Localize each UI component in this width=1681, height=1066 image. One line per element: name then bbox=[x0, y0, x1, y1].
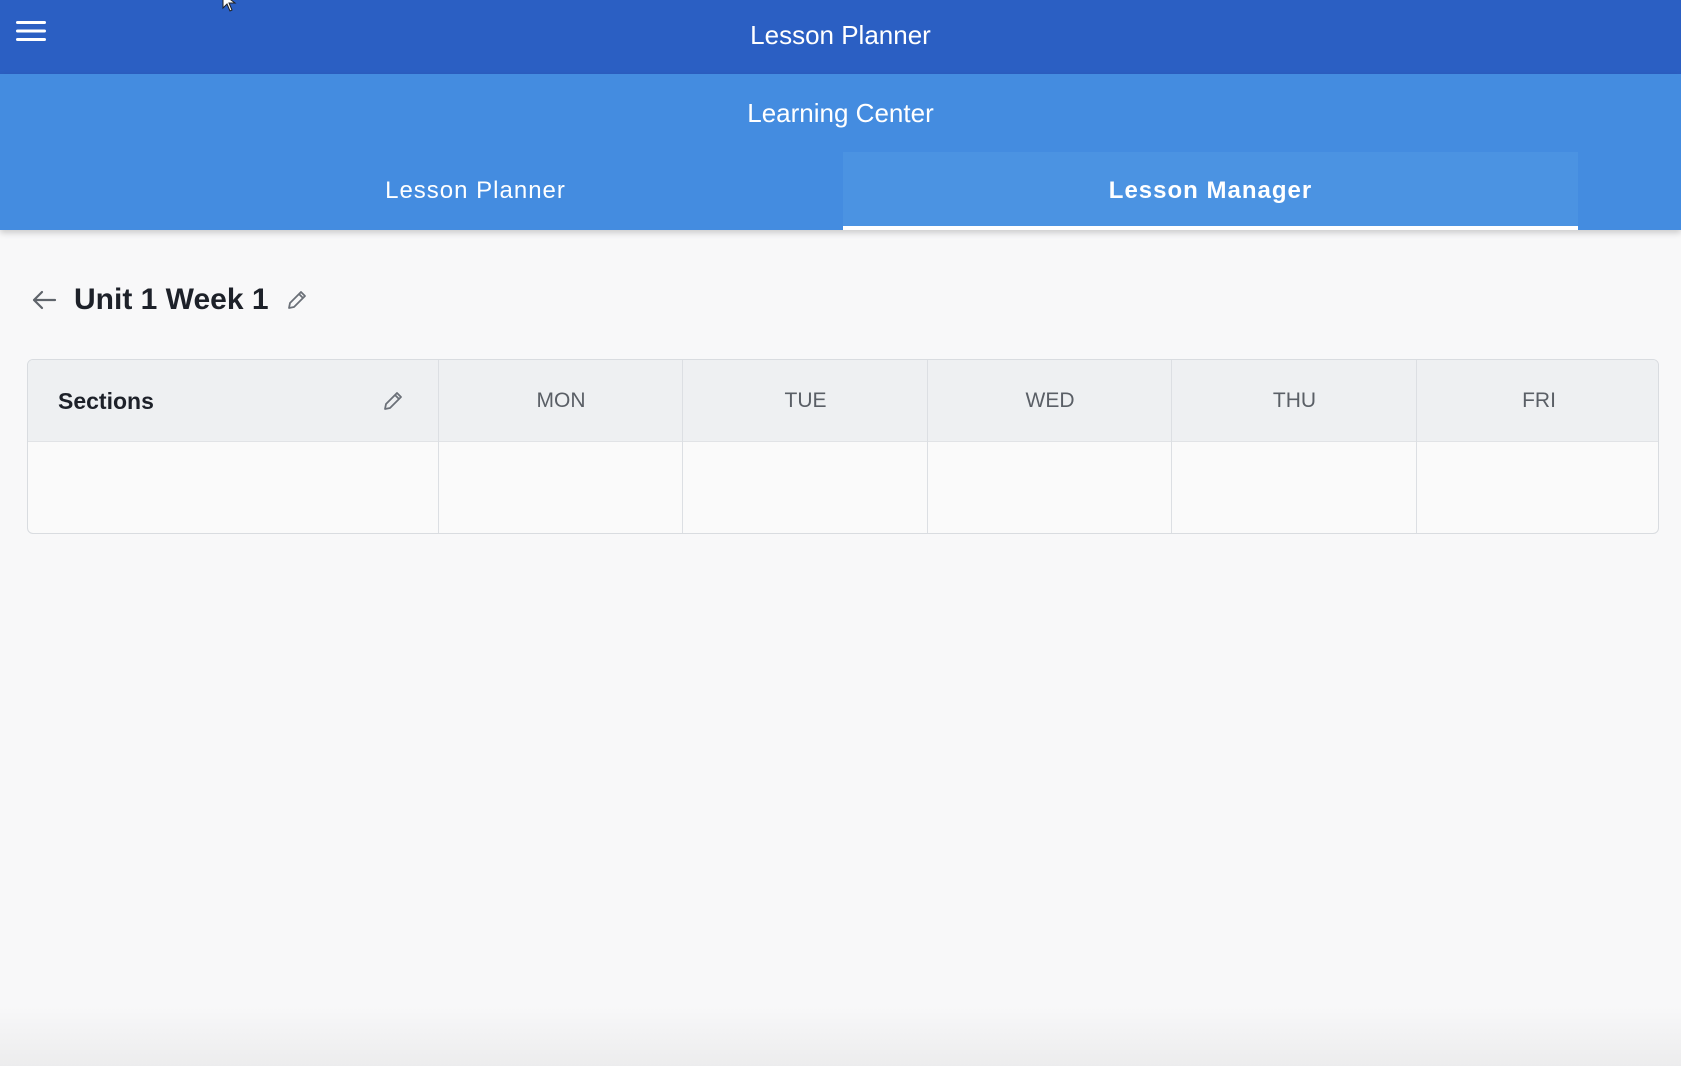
sections-header: Sections bbox=[58, 388, 154, 414]
day-column-tue: TUE bbox=[682, 360, 927, 533]
day-header-mon: MON bbox=[536, 389, 586, 412]
back-button[interactable] bbox=[28, 284, 60, 316]
edit-title-button[interactable] bbox=[283, 286, 311, 314]
mouse-cursor-icon bbox=[222, 0, 237, 12]
pencil-icon bbox=[287, 291, 306, 309]
arrow-left-icon bbox=[32, 290, 57, 310]
sub-header: Learning Center Lesson Planner Lesson Ma… bbox=[0, 74, 1681, 230]
tab-lesson-planner[interactable]: Lesson Planner bbox=[108, 152, 843, 230]
bottom-shadow bbox=[0, 1006, 1681, 1066]
app-title: Lesson Planner bbox=[750, 20, 931, 50]
sections-column: Sections bbox=[28, 360, 438, 533]
tab-bar: Lesson Planner Lesson Manager bbox=[0, 152, 1681, 230]
edit-sections-button[interactable] bbox=[378, 386, 408, 416]
day-header-wed: WED bbox=[1025, 389, 1075, 412]
day-column-mon: MON bbox=[438, 360, 682, 533]
pencil-icon bbox=[384, 392, 402, 410]
section-title: Learning Center bbox=[747, 98, 934, 128]
app-bar: Lesson Planner bbox=[0, 0, 1681, 74]
day-header-tue: TUE bbox=[784, 389, 827, 412]
page-title: Unit 1 Week 1 bbox=[74, 283, 269, 316]
day-column-thu: THU bbox=[1171, 360, 1416, 533]
tab-lesson-manager-label: Lesson Manager bbox=[1108, 177, 1313, 204]
day-header-fri: FRI bbox=[1522, 389, 1556, 412]
day-column-fri: FRI bbox=[1416, 360, 1658, 533]
active-tab-indicator bbox=[843, 226, 1578, 230]
schedule-grid: Sections MON TUE WED THU FRI bbox=[27, 359, 1659, 534]
tab-lesson-manager[interactable]: Lesson Manager bbox=[843, 152, 1578, 230]
day-column-wed: WED bbox=[927, 360, 1171, 533]
day-header-thu: THU bbox=[1272, 389, 1317, 412]
page-header: Unit 1 Week 1 bbox=[28, 278, 311, 322]
